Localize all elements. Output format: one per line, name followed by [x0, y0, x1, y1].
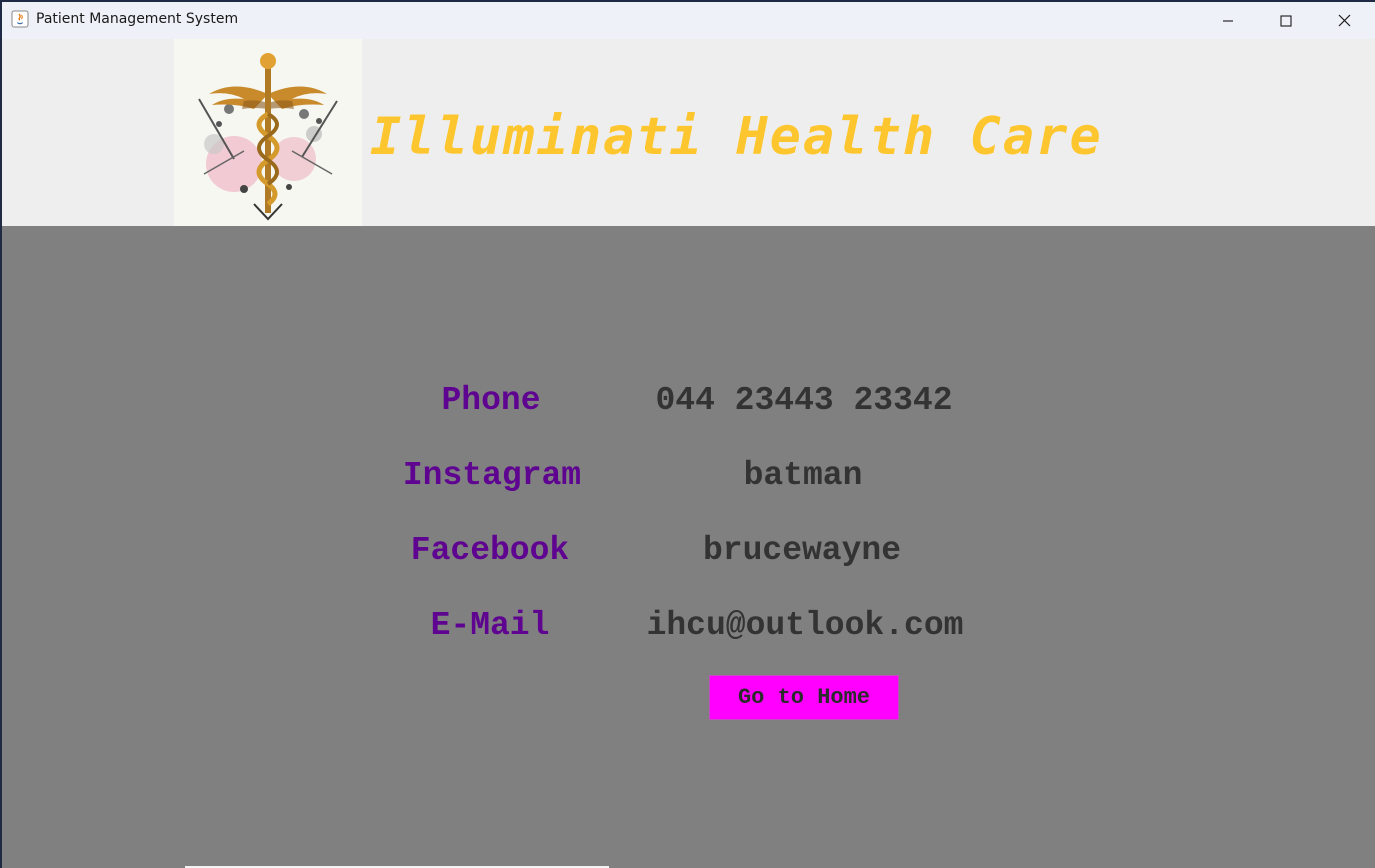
- brand-title: Illuminati Health Care: [370, 107, 1103, 167]
- close-button[interactable]: [1315, 2, 1373, 39]
- maximize-icon: [1280, 14, 1292, 27]
- phone-label: Phone: [441, 382, 541, 419]
- minimize-icon: [1223, 19, 1233, 22]
- instagram-value: batman: [743, 457, 863, 494]
- java-app-icon: [11, 10, 29, 28]
- app-window: Patient Management System Illuminati Hea…: [2, 2, 1375, 868]
- email-value: ihcu@outlook.com: [646, 607, 964, 644]
- header-banner: Illuminati Health Care: [2, 39, 1375, 226]
- caduceus-icon: [198, 53, 338, 221]
- close-icon: [1338, 14, 1350, 27]
- window-title: Patient Management System: [36, 11, 239, 27]
- logo: [174, 39, 362, 226]
- maximize-button[interactable]: [1257, 2, 1315, 39]
- facebook-label: Facebook: [410, 532, 570, 569]
- email-label: E-Mail: [430, 607, 550, 644]
- instagram-label: Instagram: [402, 457, 582, 494]
- title-bar[interactable]: Patient Management System: [2, 2, 1375, 39]
- facebook-value: brucewayne: [702, 532, 902, 569]
- phone-value: 044 23443 23342: [655, 382, 953, 419]
- go-to-home-button[interactable]: Go to Home: [709, 675, 899, 720]
- minimize-button[interactable]: [1199, 2, 1257, 39]
- contact-panel: Phone 044 23443 23342 Instagram batman F…: [2, 226, 1375, 868]
